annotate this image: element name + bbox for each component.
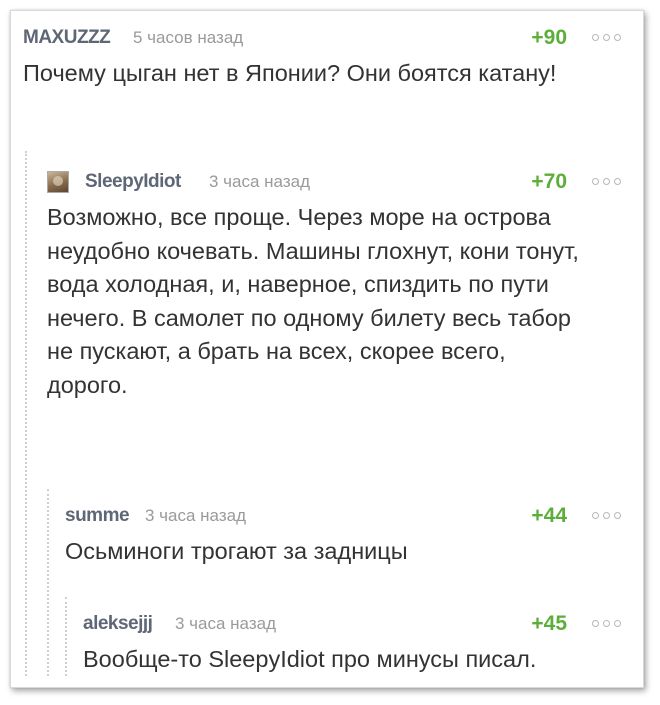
dot-icon bbox=[614, 34, 621, 41]
timestamp: 3 часа назад bbox=[145, 506, 246, 525]
more-options-icon[interactable] bbox=[592, 620, 621, 627]
rating: +45 bbox=[531, 612, 567, 635]
thread-line bbox=[25, 151, 27, 676]
dot-icon bbox=[603, 178, 610, 185]
comment-text: Вообще-то SleepyIdiot про минусы писал. bbox=[83, 646, 537, 672]
author-link[interactable]: summe bbox=[65, 505, 130, 527]
comment-header: aleksejjj 3 часа назад +45 bbox=[83, 612, 633, 637]
author-link[interactable]: MAXUZZZ bbox=[23, 27, 111, 49]
dot-icon bbox=[603, 620, 610, 627]
comment-header: SleepyIdiot 3 часа назад +70 bbox=[47, 170, 633, 195]
comment-4: aleksejjj 3 часа назад +45 Вообще-то Sle… bbox=[83, 612, 633, 672]
dot-icon bbox=[614, 512, 621, 519]
rating: +70 bbox=[531, 170, 567, 193]
avatar[interactable] bbox=[47, 171, 69, 193]
thread-line bbox=[47, 489, 49, 676]
comment-header: MAXUZZZ 5 часов назад +90 bbox=[23, 26, 633, 51]
comment-thread: MAXUZZZ 5 часов назад +90 Почему цыган н… bbox=[10, 10, 644, 688]
comment-1: MAXUZZZ 5 часов назад +90 Почему цыган н… bbox=[23, 26, 633, 86]
comment-text: Почему цыган нет в Японии? Они боятся ка… bbox=[23, 60, 557, 86]
timestamp: 3 часа назад bbox=[175, 614, 276, 633]
rating: +44 bbox=[531, 504, 567, 527]
timestamp: 5 часов назад bbox=[133, 28, 244, 47]
rating: +90 bbox=[531, 26, 567, 49]
comment-2: SleepyIdiot 3 часа назад +70 Возможно, в… bbox=[47, 170, 633, 398]
author-link[interactable]: aleksejjj bbox=[83, 613, 153, 635]
comment-text: Осьминоги трогают за задницы bbox=[65, 538, 408, 564]
thread-line bbox=[65, 597, 67, 676]
dot-icon bbox=[603, 512, 610, 519]
dot-icon bbox=[614, 178, 621, 185]
comment-text: Возможно, все проще. Через море на остро… bbox=[47, 204, 579, 398]
dot-icon bbox=[592, 620, 599, 627]
more-options-icon[interactable] bbox=[592, 34, 621, 41]
more-options-icon[interactable] bbox=[592, 512, 621, 519]
more-options-icon[interactable] bbox=[592, 178, 621, 185]
dot-icon bbox=[603, 34, 610, 41]
comment-header: summe 3 часа назад +44 bbox=[65, 504, 633, 529]
dot-icon bbox=[592, 512, 599, 519]
author-link[interactable]: SleepyIdiot bbox=[85, 171, 181, 193]
timestamp: 3 часа назад bbox=[209, 172, 310, 191]
dot-icon bbox=[592, 34, 599, 41]
comment-3: summe 3 часа назад +44 Осьминоги трогают… bbox=[65, 504, 633, 564]
dot-icon bbox=[592, 178, 599, 185]
dot-icon bbox=[614, 620, 621, 627]
